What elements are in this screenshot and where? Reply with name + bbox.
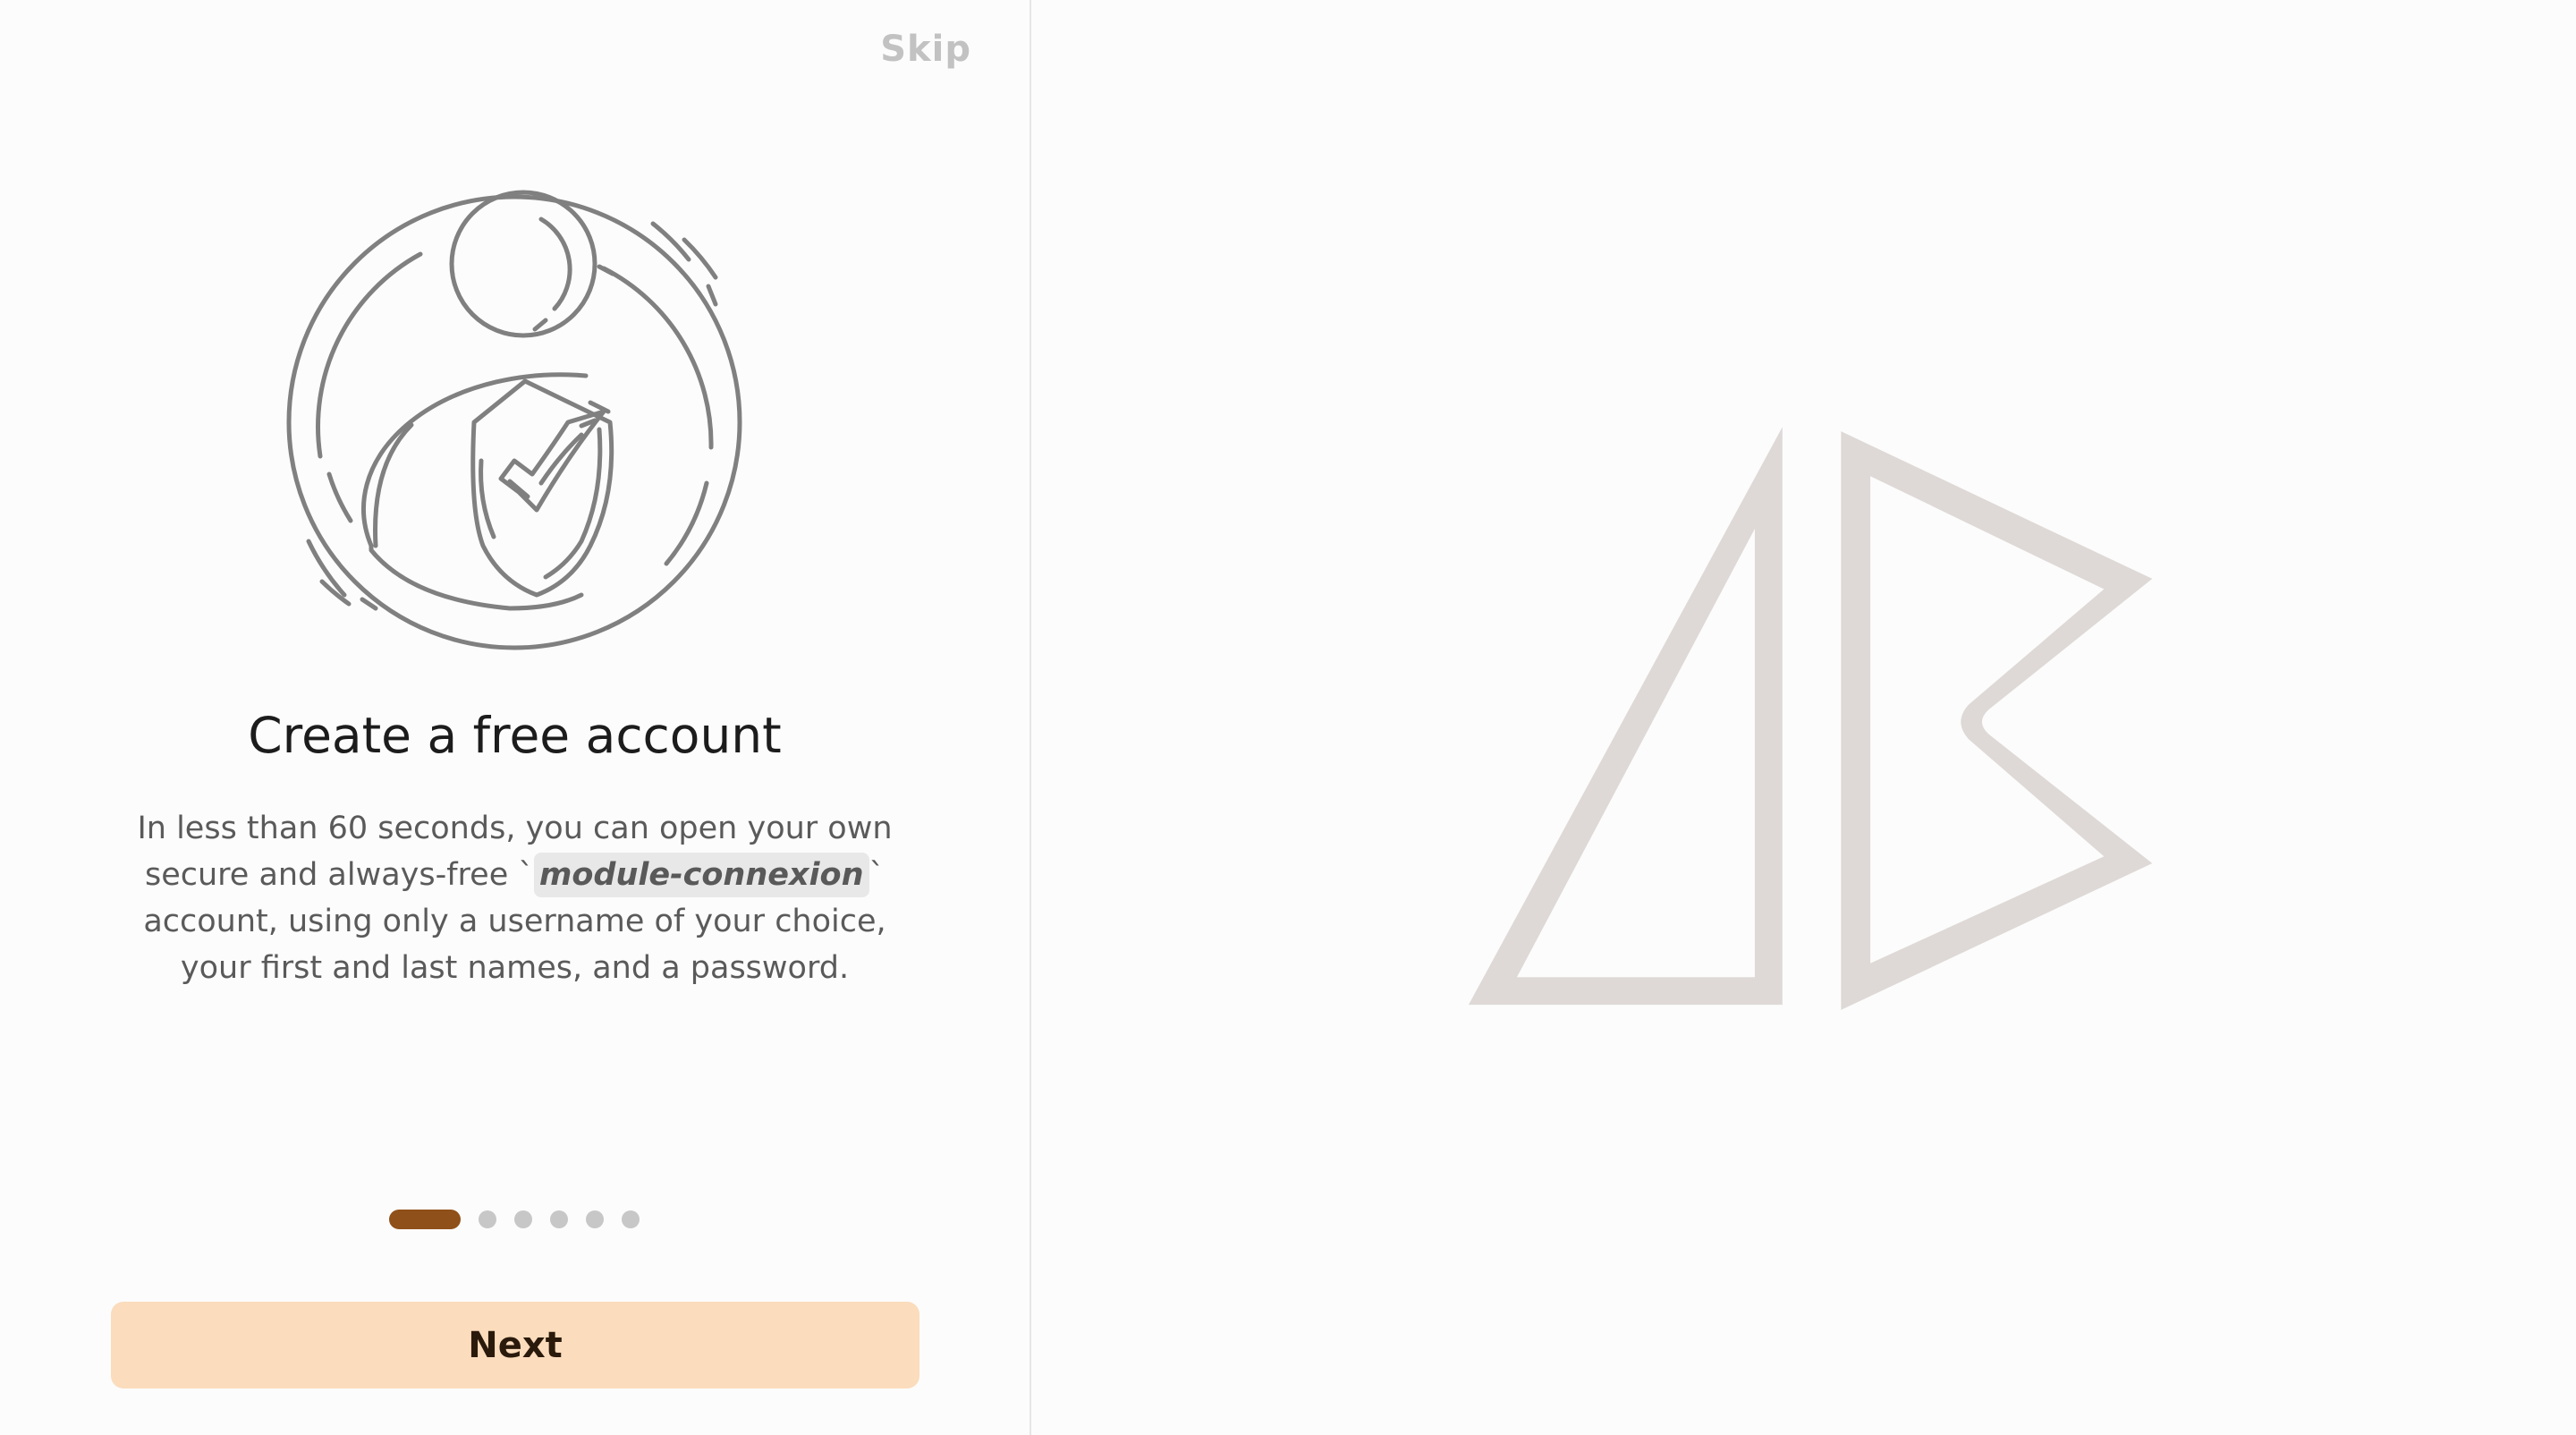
next-button[interactable]: Next [111,1302,919,1388]
onboarding-description: In less than 60 seconds, you can open yo… [116,805,913,991]
pagination-dot[interactable] [550,1210,568,1228]
user-shield-check-icon [286,188,751,662]
pagination-dots [389,1210,657,1229]
pagination-dot[interactable] [514,1210,532,1228]
pagination-dot[interactable] [479,1210,496,1228]
brand-panel [1031,0,2576,1435]
onboarding-title: Create a free account [248,707,782,764]
pagination-dot[interactable] [622,1210,640,1228]
pagination-dot[interactable] [586,1210,604,1228]
onboarding-panel: Skip Create a free account In less than … [0,0,1030,1435]
module-name-code: module-connexion [533,853,869,897]
pagination-dot-active[interactable] [389,1210,461,1229]
triangle-logo-icon [1443,416,2158,1024]
skip-button[interactable]: Skip [880,29,971,70]
app-root: Skip Create a free account In less than … [0,0,2576,1435]
